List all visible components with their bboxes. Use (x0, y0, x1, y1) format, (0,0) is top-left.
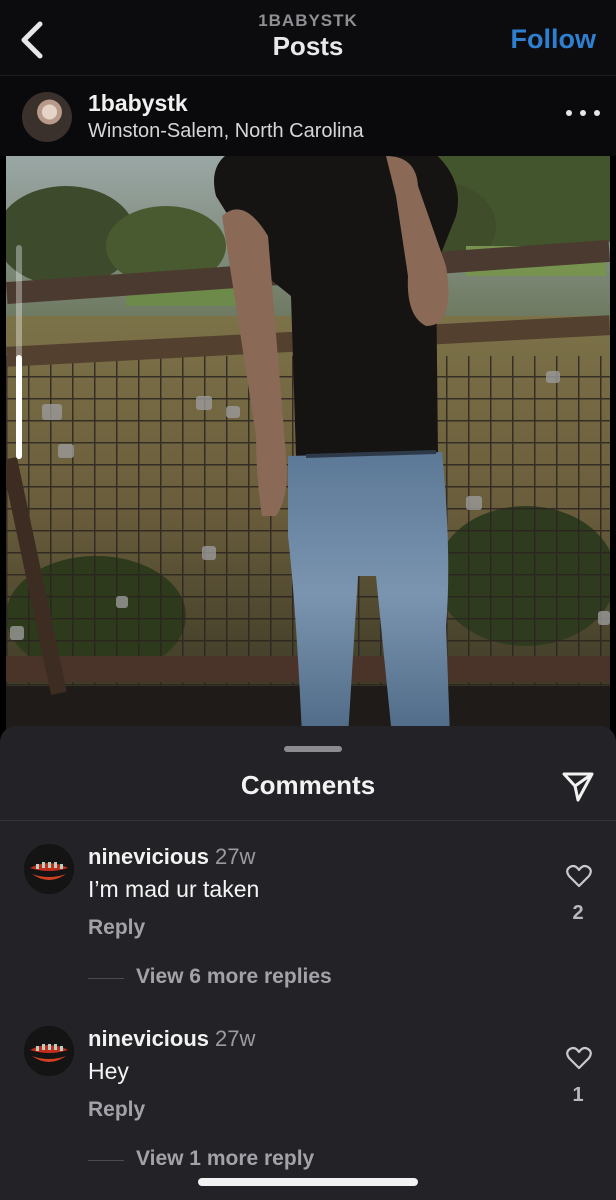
home-indicator[interactable] (198, 1178, 418, 1186)
view-replies-button[interactable]: View 1 more reply (136, 1147, 314, 1171)
post-photo[interactable] (6, 156, 610, 736)
comments-sheet: Comments ninevicious 27w I’m mad ur taken… (0, 726, 616, 1200)
replies-line (88, 1160, 124, 1161)
comment-username[interactable]: ninevicious (88, 844, 209, 869)
photo-illustration (6, 156, 610, 736)
replies-line (88, 978, 124, 979)
comment-time: 27w (215, 1026, 256, 1051)
like-count: 1 (572, 1084, 584, 1106)
comment-avatar[interactable] (24, 1026, 74, 1076)
post-header: 1babystk Winston-Salem, North Carolina (0, 76, 616, 156)
follow-button[interactable]: Follow (511, 24, 596, 55)
avatar-image (24, 844, 74, 894)
comment-item: ninevicious 27w Hey Reply 1 View 1 more r… (0, 1012, 616, 1170)
comment-header: ninevicious 27w (88, 1026, 255, 1052)
comment-item: ninevicious 27w I’m mad ur taken Reply 2 … (0, 830, 616, 988)
reply-button[interactable]: Reply (88, 916, 145, 940)
post-username[interactable]: 1babystk (88, 90, 188, 117)
view-replies-button[interactable]: View 6 more replies (136, 965, 332, 989)
comments-title: Comments (240, 770, 376, 800)
post-location[interactable]: Winston-Salem, North Carolina (88, 120, 364, 143)
divider (0, 820, 616, 821)
like-count: 2 (572, 902, 584, 924)
comment-text: Hey (88, 1058, 129, 1084)
avatar-image (24, 1026, 74, 1076)
scroll-thumb[interactable] (16, 355, 22, 459)
paper-plane-icon[interactable] (560, 768, 596, 804)
avatar[interactable] (22, 92, 72, 142)
comment-username[interactable]: ninevicious (88, 1026, 209, 1051)
reply-button[interactable]: Reply (88, 1098, 145, 1122)
more-options-button[interactable] (566, 98, 600, 128)
heart-icon[interactable] (566, 864, 592, 888)
more-horizontal-icon (566, 110, 572, 116)
comment-header: ninevicious 27w (88, 844, 255, 870)
comment-text: I’m mad ur taken (88, 876, 260, 902)
heart-icon[interactable] (566, 1046, 592, 1070)
comment-avatar[interactable] (24, 844, 74, 894)
top-nav-bar: 1BABYSTK Posts Follow (0, 0, 616, 76)
sheet-grabber[interactable] (284, 746, 342, 752)
comment-time: 27w (215, 844, 256, 869)
